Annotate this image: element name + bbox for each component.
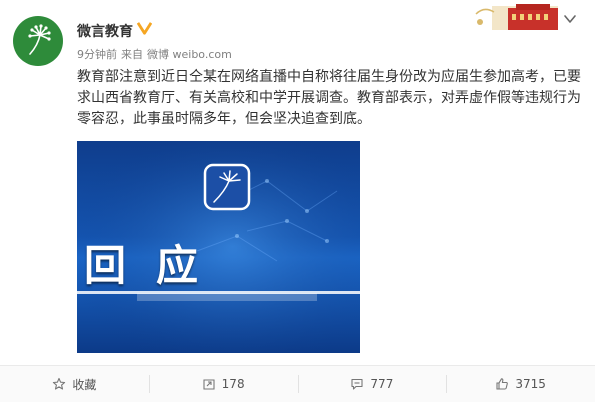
action-bar: 收藏 178 777 3715: [0, 365, 595, 402]
festival-banner-decoration: [475, 4, 558, 30]
favorite-button[interactable]: 收藏: [0, 366, 149, 402]
favorite-label: 收藏: [72, 377, 97, 392]
image-caption: 回应: [84, 241, 229, 290]
thumbs-up-icon: [496, 378, 509, 390]
comment-icon: [351, 378, 363, 390]
star-icon: [53, 377, 66, 390]
dandelion-logo-icon: [28, 24, 51, 55]
comment-button[interactable]: 777: [297, 366, 447, 402]
from-label: 来自: [121, 48, 143, 61]
repost-button[interactable]: 178: [148, 366, 298, 402]
username[interactable]: 微言教育: [77, 21, 133, 41]
verified-badge-icon: [137, 22, 152, 35]
chevron-down-icon[interactable]: [563, 12, 577, 26]
like-count: 3715: [515, 377, 546, 391]
repost-icon: [203, 379, 215, 390]
post-source[interactable]: 微博 weibo.com: [147, 46, 232, 62]
avatar[interactable]: [13, 16, 63, 66]
post-meta: 9分钟前 来自 微博 weibo.com: [77, 46, 232, 62]
post-text: 教育部注意到近日仝某在网络直播中自称将往届生身份改为应届生参加高考，已要求山西省…: [77, 69, 581, 127]
weibo-post-card: 微言教育 9分钟前 来自 微博 weibo.com 教育部注意到近日仝某在网络直…: [0, 0, 595, 402]
repost-count: 178: [221, 377, 245, 391]
post-time[interactable]: 9分钟前: [77, 46, 117, 62]
comment-count: 777: [370, 377, 394, 391]
like-button[interactable]: 3715: [446, 366, 595, 402]
